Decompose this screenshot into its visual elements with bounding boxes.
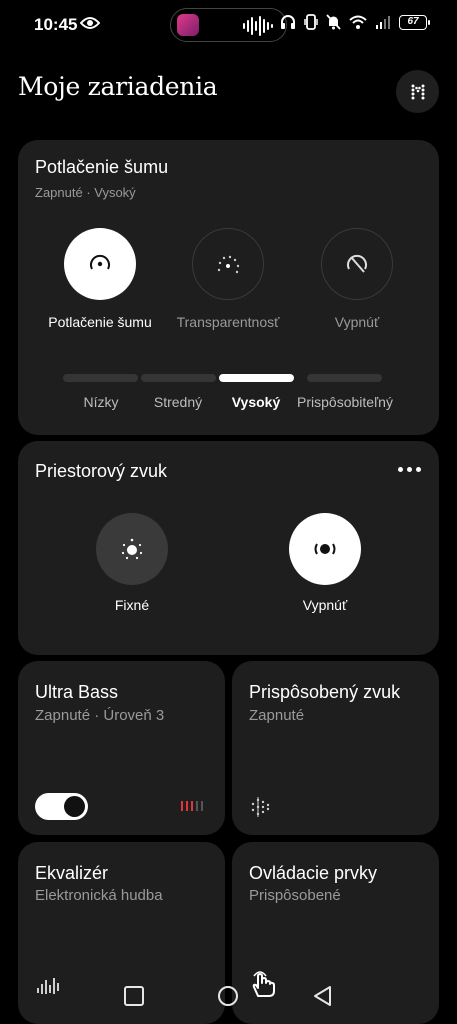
- spatial-off-button[interactable]: [289, 513, 361, 585]
- level-adaptive-bar[interactable]: [307, 374, 382, 382]
- mode-off-label: Vypnúť: [334, 314, 380, 330]
- level-high-bar[interactable]: [219, 374, 294, 382]
- spatial-off-icon: [314, 543, 336, 555]
- off-icon: [347, 254, 367, 273]
- noise-cancel-icon: [90, 254, 110, 270]
- spatial-audio-card: Priestorový zvuk Fixné Vypnúť: [18, 441, 439, 655]
- level-adaptive-label[interactable]: Prispôsobiteľný: [290, 394, 400, 410]
- back-button[interactable]: [312, 985, 334, 1007]
- eye-icon: [79, 16, 101, 35]
- vibrate-icon: [304, 14, 318, 30]
- clock: 10:45: [34, 15, 78, 34]
- fixed-spatial-icon: [121, 538, 143, 560]
- mode-noise-cancel-label: Potlačenie šumu: [48, 314, 152, 330]
- album-art-icon: [177, 14, 199, 36]
- personalized-sound-tile[interactable]: Prispôsobený zvuk Zapnuté: [232, 661, 439, 835]
- level-low-bar[interactable]: [63, 374, 138, 382]
- mode-off-button[interactable]: [321, 228, 393, 300]
- ultra-bass-subtitle: Zapnuté · Úroveň 3: [35, 707, 165, 724]
- spatial-audio-title: Priestorový zvuk: [35, 461, 168, 481]
- bass-level-meter: [181, 801, 203, 811]
- wifi-icon: [349, 15, 367, 29]
- more-dots-icon[interactable]: [398, 467, 421, 472]
- mode-transparency-label: Transparentnosť: [176, 314, 280, 330]
- mode-transparency-button[interactable]: [192, 228, 264, 300]
- mute-icon: [326, 14, 341, 30]
- equalizer-title: Ekvalizér: [35, 863, 109, 883]
- recents-button[interactable]: [123, 985, 145, 1007]
- home-button[interactable]: [217, 985, 239, 1007]
- ultra-bass-tile[interactable]: Ultra Bass Zapnuté · Úroveň 3: [18, 661, 225, 835]
- ultra-bass-toggle[interactable]: [35, 793, 88, 820]
- headphones-icon: [281, 15, 295, 29]
- system-navigation-bar: [0, 975, 457, 1024]
- level-medium-bar[interactable]: [141, 374, 216, 382]
- noise-control-card: Potlačenie šumu Zapnuté · Vysoký Potlače…: [18, 140, 439, 435]
- transparency-icon: [217, 255, 240, 274]
- spatial-fixed-button[interactable]: [96, 513, 168, 585]
- media-island[interactable]: [170, 8, 287, 42]
- audio-wave-icon: [243, 16, 273, 36]
- mode-noise-cancel-button[interactable]: [64, 228, 136, 300]
- page-title: Moje zariadenia: [18, 72, 218, 101]
- noise-control-title: Potlačenie šumu: [35, 157, 169, 177]
- device-menu-icon: [411, 84, 424, 99]
- spatial-fixed-label: Fixné: [114, 597, 150, 613]
- personalized-sound-icon: [251, 797, 270, 817]
- status-bar: 10:45 67: [0, 0, 457, 50]
- equalizer-subtitle: Elektronická hudba: [35, 887, 163, 904]
- controls-title: Ovládacie prvky: [249, 863, 378, 883]
- personalized-sound-subtitle: Zapnuté: [249, 707, 305, 724]
- controls-subtitle: Prispôsobené: [249, 887, 341, 904]
- signal-icon: [376, 16, 390, 29]
- spatial-off-label: Vypnúť: [302, 597, 348, 613]
- battery-icon: 67: [399, 14, 430, 30]
- ultra-bass-title: Ultra Bass: [35, 682, 119, 702]
- device-menu-button[interactable]: [396, 70, 439, 113]
- status-icons: 67: [280, 14, 430, 30]
- personalized-sound-title: Prispôsobený zvuk: [249, 682, 401, 702]
- toggle-knob: [64, 796, 85, 817]
- noise-control-subtitle: Zapnuté · Vysoký: [35, 185, 136, 200]
